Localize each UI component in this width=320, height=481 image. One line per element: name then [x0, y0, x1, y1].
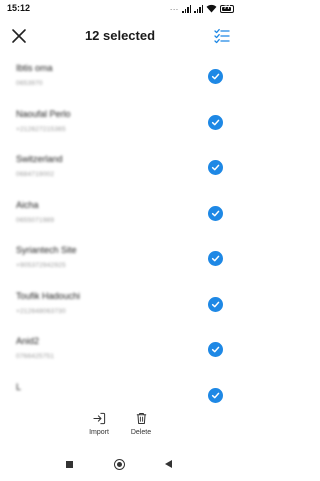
- checked-icon[interactable]: [208, 296, 223, 312]
- contact-phone: 0655071989: [16, 216, 55, 224]
- checked-icon[interactable]: [208, 160, 223, 175]
- back-icon[interactable]: [165, 460, 172, 468]
- contact-list: Ibtis oma 0653970 Naoufal Perlo +2126272…: [0, 54, 240, 409]
- contact-row[interactable]: Anid2 0766425751: [0, 327, 240, 373]
- trash-icon: [136, 412, 146, 425]
- checklist-icon[interactable]: [214, 28, 230, 44]
- checked-icon[interactable]: [208, 342, 223, 357]
- contact-row[interactable]: Switzerland 0684719002: [0, 145, 240, 191]
- contact-name: Switzerland: [16, 154, 63, 164]
- status-time: 15:12: [7, 3, 31, 13]
- contact-phone: +905372942925: [16, 262, 66, 269]
- contact-name: Aicha: [16, 199, 39, 210]
- page-title: 12 selected: [84, 28, 156, 43]
- contacts-selection-screen: 15:12 ... 77 12 selected Ibtis oma 06539…: [0, 0, 240, 481]
- contact-row[interactable]: Naoufal Perlo +212627215365: [0, 100, 240, 146]
- contact-phone: +212648063730: [16, 307, 66, 315]
- checked-icon[interactable]: [208, 114, 223, 130]
- contact-row[interactable]: Aicha 0655071989: [0, 191, 240, 237]
- import-label: Import: [89, 429, 109, 436]
- status-icons: ... 77: [170, 3, 234, 14]
- import-icon: [92, 412, 105, 425]
- home-icon[interactable]: [114, 459, 125, 470]
- contact-row[interactable]: Toufik Hadouchi +212648063730: [0, 282, 240, 328]
- import-button[interactable]: Import: [79, 412, 119, 436]
- signal-icon: [182, 4, 191, 13]
- checked-icon[interactable]: [208, 69, 223, 84]
- contact-row[interactable]: Syriantech Site +905372942925: [0, 236, 240, 282]
- signal-icon: [194, 4, 203, 13]
- notification-dots: ...: [170, 5, 179, 12]
- contact-phone: 0684719002: [16, 171, 55, 178]
- battery-level: 77: [223, 4, 231, 11]
- contact-phone: +212627215365: [16, 125, 66, 133]
- checked-icon[interactable]: [208, 387, 223, 403]
- system-nav-bar: [0, 458, 240, 474]
- delete-button[interactable]: Delete: [121, 412, 161, 436]
- contact-name: Anid2: [16, 336, 40, 346]
- contact-name: Syriantech Site: [16, 245, 77, 255]
- delete-label: Delete: [130, 429, 152, 436]
- selection-header: 12 selected: [0, 23, 240, 49]
- checked-icon[interactable]: [208, 251, 223, 266]
- contact-name: Ibtis oma: [16, 63, 53, 73]
- contact-row[interactable]: L: [0, 373, 240, 409]
- wifi-icon: [206, 4, 217, 13]
- checked-icon[interactable]: [208, 205, 223, 221]
- contact-phone: 0653970: [16, 80, 43, 87]
- action-bar: Import Delete: [0, 412, 240, 442]
- contact-name: L: [16, 381, 22, 392]
- battery-icon: 77: [220, 4, 234, 13]
- status-bar: 15:12 ... 77: [0, 0, 240, 18]
- recents-icon[interactable]: [66, 461, 73, 468]
- contact-row[interactable]: Ibtis oma 0653970: [0, 54, 240, 100]
- contact-name: Naoufal Perlo: [16, 108, 71, 119]
- contact-name: Toufik Hadouchi: [16, 290, 81, 301]
- contact-phone: 0766425751: [16, 353, 55, 360]
